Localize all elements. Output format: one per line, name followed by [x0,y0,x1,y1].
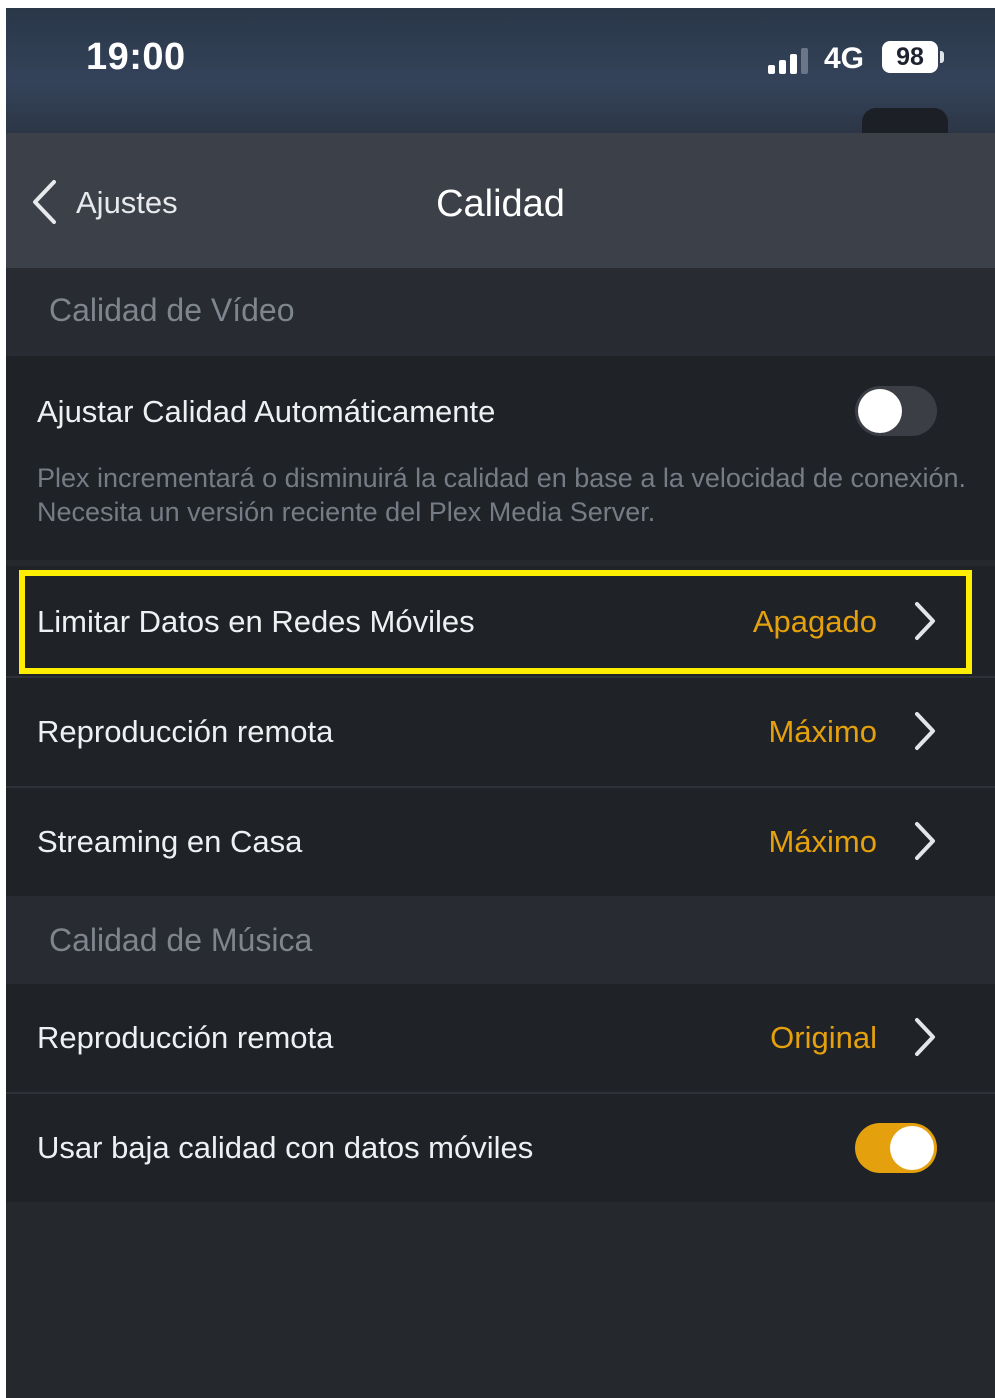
row-label: Reproducción remota [37,714,334,749]
page-title: Calidad [436,183,565,225]
battery-tip [940,51,944,63]
row-value: Máximo [768,714,877,749]
auto-quality-description: Plex incrementará o disminuirá la calida… [37,463,967,527]
settings-row-remote-playback-music[interactable]: Reproducción remota Original [6,984,995,1092]
row-label: Streaming en Casa [37,824,303,859]
toggle-knob [858,389,902,433]
row-value: Original [770,1020,877,1055]
battery-icon: 98 [882,41,938,73]
row-label: Limitar Datos en Redes Móviles [37,604,475,639]
section-title-video: Calidad de Vídeo [49,292,295,328]
settings-row-home-streaming[interactable]: Streaming en Casa Máximo [6,788,995,896]
auto-quality-toggle[interactable] [855,386,937,436]
settings-screen: 19:00 4G 98 Ajustes Calidad Calidad de V… [6,8,995,1398]
music-quality-options: Reproducción remota Original Usar baja c… [6,984,995,1202]
video-quality-options: Limitar Datos en Redes Móviles Apagado R… [6,566,995,896]
settings-row-mobile-data-limit[interactable]: Limitar Datos en Redes Móviles Apagado [6,566,995,676]
cellular-signal-icon [768,48,812,74]
battery-level: 98 [896,43,924,71]
chevron-right-icon [915,712,935,750]
settings-row-low-quality-mobile: Usar baja calidad con datos móviles [6,1094,995,1202]
toggle-knob [890,1126,934,1170]
empty-area [6,1203,995,1398]
auto-quality-label: Ajustar Calidad Automáticamente [37,394,496,429]
chevron-right-icon [915,1018,935,1056]
auto-quality-group: Ajustar Calidad Automáticamente Plex inc… [6,356,995,560]
section-title-music: Calidad de Música [49,922,313,958]
section-header-video: Calidad de Vídeo [6,268,995,356]
network-type: 4G [824,42,865,75]
low-quality-mobile-toggle[interactable] [855,1123,937,1173]
status-time: 19:00 [86,36,186,78]
status-bar: 19:00 4G 98 [6,8,995,148]
chevron-right-icon [915,822,935,860]
navigation-bar: Ajustes Calidad [6,133,995,268]
section-header-music: Calidad de Música [6,896,995,984]
row-label: Reproducción remota [37,1020,334,1055]
row-label: Usar baja calidad con datos móviles [37,1130,534,1165]
row-value: Apagado [752,604,877,639]
settings-row-remote-playback-video[interactable]: Reproducción remota Máximo [6,678,995,786]
chevron-right-icon [915,602,935,640]
row-value: Máximo [768,824,877,859]
